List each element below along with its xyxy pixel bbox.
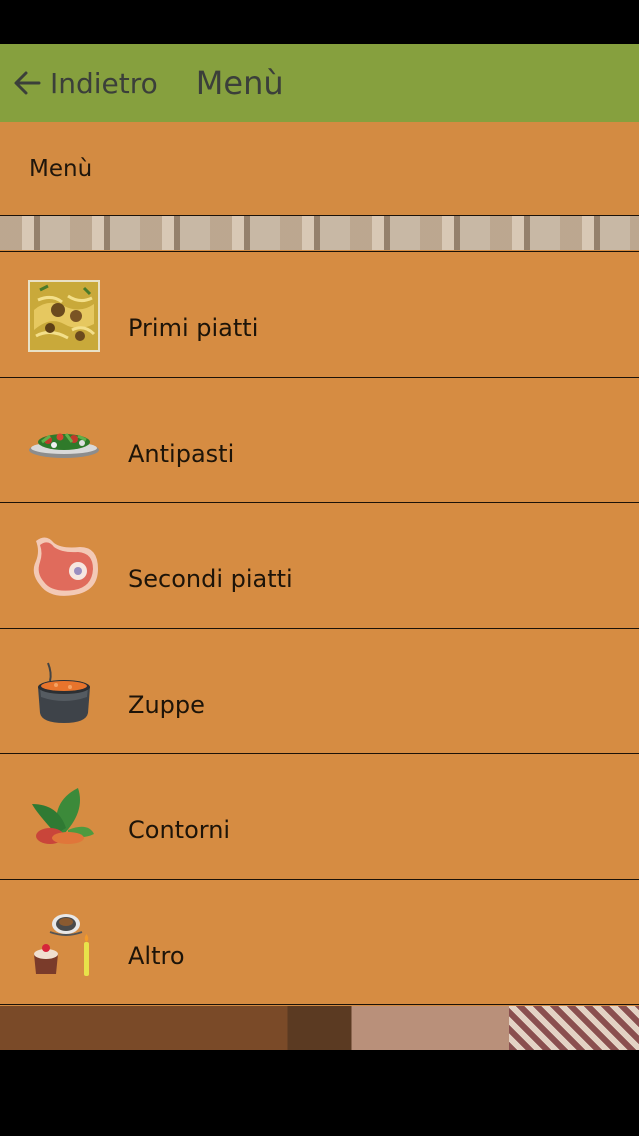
menu-item-label: Altro	[128, 941, 185, 970]
arrow-left-icon	[14, 71, 41, 95]
menu-screen: Menù Primi piatti Antipasti Secondi piat…	[0, 122, 639, 1050]
soup-pot-icon	[38, 662, 90, 723]
page-title: Menù	[29, 155, 93, 182]
back-button[interactable]: Indietro	[0, 44, 158, 122]
vegetables-icon	[32, 788, 94, 844]
menu-item-label: Antipasti	[128, 439, 235, 468]
pasta-dish-icon	[28, 280, 100, 352]
menu-item-label: Contorni	[128, 816, 231, 844]
menu-item-label: Secondi piatti	[128, 565, 293, 593]
menu-item-primi-piatti[interactable]: Primi piatti	[0, 251, 639, 377]
menu-item-contorni[interactable]: Contorni	[0, 753, 639, 879]
toolbar-title: Menù	[195, 64, 284, 102]
steak-icon	[33, 537, 98, 596]
app-toolbar: Indietro Menù	[0, 44, 639, 122]
menu-item-antipasti[interactable]: Antipasti	[0, 376, 639, 502]
menu-item-label: Primi piatti	[128, 314, 259, 342]
menu-list: Primi piatti Antipasti Secondi piatti Zu…	[0, 251, 639, 1005]
salad-plate-icon	[29, 432, 99, 458]
menu-item-secondi-piatti[interactable]: Secondi piatti	[0, 502, 639, 628]
menu-item-altro[interactable]: Altro	[0, 878, 639, 1005]
page-header: Menù	[0, 122, 639, 216]
back-label: Indietro	[50, 66, 158, 100]
menu-item-zuppe[interactable]: Zuppe	[0, 627, 639, 753]
status-bar	[0, 0, 639, 44]
dessert-coffee-icon	[34, 913, 89, 976]
navigation-bar	[0, 1050, 639, 1136]
menu-item-label: Zuppe	[128, 690, 205, 719]
